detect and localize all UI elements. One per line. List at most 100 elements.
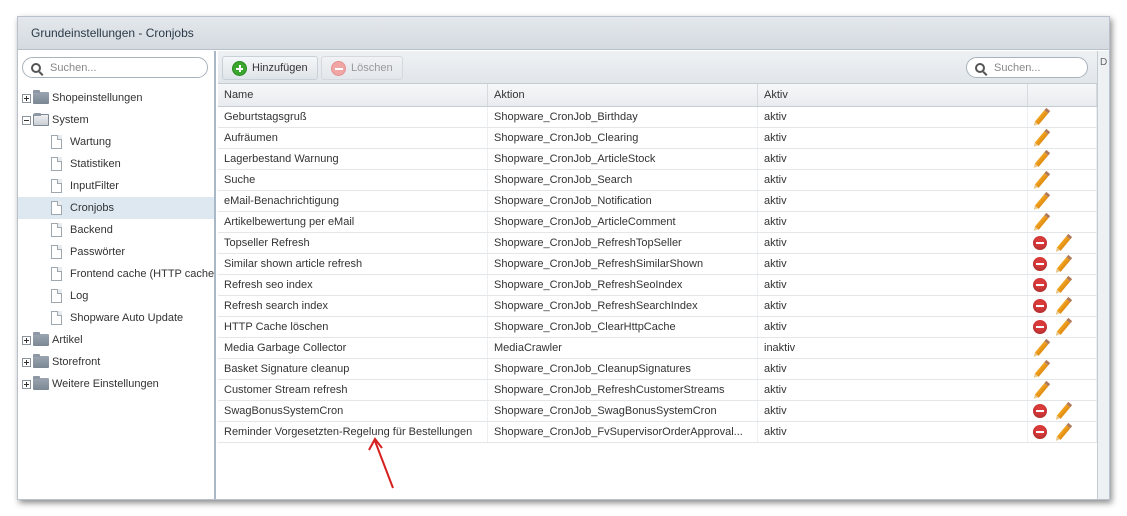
tree-item[interactable]: Statistiken: [18, 153, 214, 175]
collapsed-side-panel[interactable]: D: [1097, 51, 1109, 499]
cell-active: aktiv: [758, 254, 1028, 274]
folder-icon: [33, 376, 49, 390]
cell-active: aktiv: [758, 149, 1028, 169]
edit-pencil-icon[interactable]: [1056, 319, 1071, 335]
tree-item[interactable]: Frontend cache (HTTP cache): [18, 263, 214, 285]
tree-search-field[interactable]: [22, 57, 208, 78]
grid-search-field[interactable]: [966, 57, 1088, 78]
expand-icon[interactable]: [22, 357, 31, 367]
tree-item[interactable]: Storefront: [18, 351, 214, 373]
table-row[interactable]: Refresh seo index Shopware_CronJob_Refres…: [218, 275, 1097, 296]
edit-pencil-icon[interactable]: [1034, 109, 1049, 125]
table-row[interactable]: Suche Shopware_CronJob_Search aktiv: [218, 170, 1097, 191]
search-icon: [975, 62, 985, 73]
edit-pencil-icon[interactable]: [1034, 151, 1049, 167]
document-icon: [51, 245, 62, 259]
document-icon: [51, 223, 62, 237]
cell-name: Similar shown article refresh: [218, 254, 488, 274]
settings-tree: Shopeinstellungen System Wartung Statistike…: [18, 87, 214, 395]
grid-search-input[interactable]: [994, 61, 1074, 74]
table-row[interactable]: Similar shown article refresh Shopware_Cr…: [218, 254, 1097, 275]
table-row[interactable]: Lagerbestand Warnung Shopware_CronJob_Art…: [218, 149, 1097, 170]
cell-name: Geburtstagsgruß: [218, 107, 488, 127]
edit-pencil-icon[interactable]: [1034, 214, 1049, 230]
cell-active: aktiv: [758, 380, 1028, 400]
side-panel-letter: D: [1100, 57, 1108, 68]
tree-item[interactable]: Wartung: [18, 131, 214, 153]
cell-action: Shopware_CronJob_RefreshSearchIndex: [488, 296, 758, 316]
delete-row-icon[interactable]: [1033, 404, 1047, 418]
table-row[interactable]: eMail-Benachrichtigung Shopware_CronJob_N…: [218, 191, 1097, 212]
collapse-icon[interactable]: [22, 115, 31, 125]
row-actions: [1028, 149, 1097, 169]
delete-row-icon[interactable]: [1033, 320, 1047, 334]
edit-pencil-icon[interactable]: [1034, 130, 1049, 146]
folder-icon: [33, 113, 49, 126]
column-header-action[interactable]: Aktion: [488, 84, 758, 106]
tree-item-label: Storefront: [52, 356, 101, 368]
tree-item[interactable]: Artikel: [18, 329, 214, 351]
cell-name: Refresh seo index: [218, 275, 488, 295]
tree-item-label: Weitere Einstellungen: [52, 378, 159, 390]
folder-icon: [33, 354, 49, 368]
tree-item[interactable]: Backend: [18, 219, 214, 241]
column-header-active[interactable]: Aktiv: [758, 84, 1028, 106]
delete-row-icon[interactable]: [1033, 257, 1047, 271]
expand-icon[interactable]: [22, 379, 31, 389]
edit-pencil-icon[interactable]: [1034, 340, 1049, 356]
table-row[interactable]: Media Garbage Collector MediaCrawler inakt…: [218, 338, 1097, 359]
cell-action: Shopware_CronJob_Notification: [488, 191, 758, 211]
table-row[interactable]: Topseller Refresh Shopware_CronJob_Refres…: [218, 233, 1097, 254]
table-row[interactable]: Refresh search index Shopware_CronJob_Ref…: [218, 296, 1097, 317]
edit-pencil-icon[interactable]: [1056, 235, 1071, 251]
edit-pencil-icon[interactable]: [1034, 382, 1049, 398]
table-row[interactable]: Customer Stream refresh Shopware_CronJob_…: [218, 380, 1097, 401]
cell-active: aktiv: [758, 275, 1028, 295]
delete-row-icon[interactable]: [1033, 299, 1047, 313]
edit-pencil-icon[interactable]: [1056, 424, 1071, 440]
row-actions: [1028, 233, 1097, 253]
expand-icon[interactable]: [22, 335, 31, 345]
delete-row-icon[interactable]: [1033, 278, 1047, 292]
tree-item[interactable]: Shopware Auto Update: [18, 307, 214, 329]
add-button[interactable]: Hinzufügen: [222, 56, 318, 80]
table-row[interactable]: Aufräumen Shopware_CronJob_Clearing aktiv: [218, 128, 1097, 149]
cell-action: Shopware_CronJob_FvSupervisorOrderApprov…: [488, 422, 758, 442]
tree-item[interactable]: Shopeinstellungen: [18, 87, 214, 109]
edit-pencil-icon[interactable]: [1056, 403, 1071, 419]
grid-toolbar: Hinzufügen Löschen: [218, 51, 1097, 84]
row-actions: [1028, 338, 1097, 358]
row-actions: [1028, 275, 1097, 295]
delete-row-icon[interactable]: [1033, 236, 1047, 250]
row-actions: [1028, 128, 1097, 148]
edit-pencil-icon[interactable]: [1034, 361, 1049, 377]
edit-pencil-icon[interactable]: [1034, 172, 1049, 188]
folder-icon: [33, 332, 49, 346]
delete-row-icon[interactable]: [1033, 425, 1047, 439]
tree-item[interactable]: Weitere Einstellungen: [18, 373, 214, 395]
table-row[interactable]: Geburtstagsgruß Shopware_CronJob_Birthday…: [218, 107, 1097, 128]
delete-button[interactable]: Löschen: [321, 56, 403, 80]
table-row[interactable]: Reminder Vorgesetzten-Regelung für Beste…: [218, 422, 1097, 443]
cell-action: Shopware_CronJob_RefreshSimilarShown: [488, 254, 758, 274]
cell-name: Media Garbage Collector: [218, 338, 488, 358]
edit-pencil-icon[interactable]: [1034, 193, 1049, 209]
cell-active: aktiv: [758, 170, 1028, 190]
edit-pencil-icon[interactable]: [1056, 298, 1071, 314]
expand-icon[interactable]: [22, 93, 31, 103]
table-row[interactable]: HTTP Cache löschen Shopware_CronJob_Clear…: [218, 317, 1097, 338]
tree-item[interactable]: Cronjobs: [18, 197, 214, 219]
edit-pencil-icon[interactable]: [1056, 277, 1071, 293]
tree-item[interactable]: Log: [18, 285, 214, 307]
table-row[interactable]: Basket Signature cleanup Shopware_CronJob…: [218, 359, 1097, 380]
tree-item[interactable]: Passwörter: [18, 241, 214, 263]
tree-search-input[interactable]: [50, 61, 170, 74]
edit-pencil-icon[interactable]: [1056, 256, 1071, 272]
table-row[interactable]: SwagBonusSystemCron Shopware_CronJob_Swag…: [218, 401, 1097, 422]
cell-active: aktiv: [758, 401, 1028, 421]
cell-action: Shopware_CronJob_Clearing: [488, 128, 758, 148]
column-header-name[interactable]: Name: [218, 84, 488, 106]
tree-item[interactable]: System: [18, 109, 214, 131]
table-row[interactable]: Artikelbewertung per eMail Shopware_CronJ…: [218, 212, 1097, 233]
tree-item[interactable]: InputFilter: [18, 175, 214, 197]
